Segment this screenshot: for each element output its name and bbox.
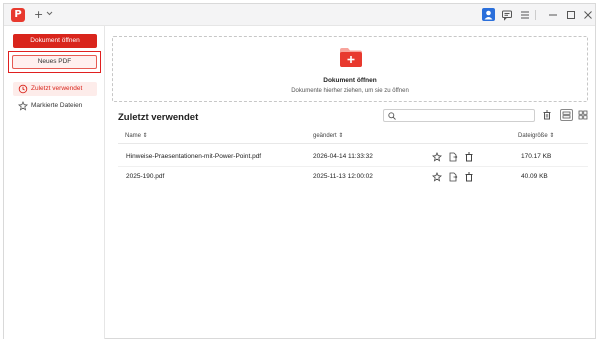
column-header-size[interactable]: Dateigröße ⇕ [518, 132, 554, 139]
open-document-button[interactable]: Dokument öffnen [13, 34, 97, 48]
file-modified: 2025-11-13 12:00:02 [313, 173, 373, 180]
menu-icon[interactable] [519, 9, 531, 21]
star-icon[interactable] [432, 172, 442, 182]
list-view-button[interactable] [560, 109, 573, 121]
maximize-icon[interactable] [565, 9, 577, 21]
trash-icon[interactable] [464, 172, 474, 182]
trash-icon[interactable] [464, 152, 474, 162]
file-name: Hinweise-Praesentationen-mit-Power-Point… [126, 153, 262, 160]
file-modified: 2026-04-14 11:33:32 [313, 153, 373, 160]
app-logo-icon[interactable]: P [11, 8, 25, 22]
table-row[interactable]: Hinweise-Praesentationen-mit-Power-Point… [118, 147, 588, 167]
search-icon [388, 112, 396, 120]
column-header-modified[interactable]: geändert ⇕ [313, 132, 343, 139]
star-icon [18, 101, 28, 111]
sidebar-item-label: Zuletzt verwendet [31, 85, 83, 92]
new-tab-button[interactable]: + [34, 8, 43, 21]
table-row[interactable]: 2025-190.pdf 2025-11-13 12:00:02 40.09 K… [118, 167, 588, 187]
column-header-name[interactable]: Name ⇕ [125, 132, 148, 139]
folder-add-icon [340, 48, 362, 67]
file-name: 2025-190.pdf [126, 173, 165, 180]
convert-file-icon[interactable] [448, 172, 458, 182]
close-icon[interactable] [582, 9, 594, 21]
convert-file-icon[interactable] [448, 152, 458, 162]
chevron-down-icon[interactable] [46, 10, 53, 17]
minimize-icon[interactable] [547, 9, 559, 21]
list-view-icon [562, 111, 571, 119]
clock-icon [18, 84, 28, 94]
file-size: 170.17 KB [521, 153, 552, 160]
trash-icon[interactable] [542, 110, 552, 120]
drop-zone-title: Dokument öffnen [323, 77, 377, 84]
sidebar-item-recent[interactable]: Zuletzt verwendet [13, 82, 97, 96]
file-size: 40.09 KB [521, 173, 548, 180]
star-icon[interactable] [432, 152, 442, 162]
grid-view-icon[interactable] [578, 110, 588, 120]
app-window: P + Dokument öffnen Neues PDF Zuletzt ve… [3, 3, 596, 339]
header-divider [118, 143, 588, 144]
chat-icon[interactable] [501, 9, 513, 21]
title-bar: P + [4, 4, 595, 26]
section-title: Zuletzt verwendet [118, 112, 199, 123]
drop-zone-hint: Dokumente hierher ziehen, um sie zu öffn… [291, 88, 409, 94]
sidebar-item-starred[interactable]: Markierte Dateien [13, 99, 97, 113]
titlebar-divider [535, 10, 536, 20]
search-input[interactable] [400, 111, 530, 120]
sidebar-item-label: Markierte Dateien [31, 102, 83, 109]
profile-icon[interactable] [482, 8, 495, 21]
sidebar: Dokument öffnen Neues PDF Zuletzt verwen… [4, 26, 105, 339]
search-field[interactable] [383, 109, 535, 122]
new-pdf-button[interactable]: Neues PDF [12, 55, 97, 69]
drop-zone[interactable]: Dokument öffnen Dokumente hierher ziehen… [112, 36, 588, 102]
